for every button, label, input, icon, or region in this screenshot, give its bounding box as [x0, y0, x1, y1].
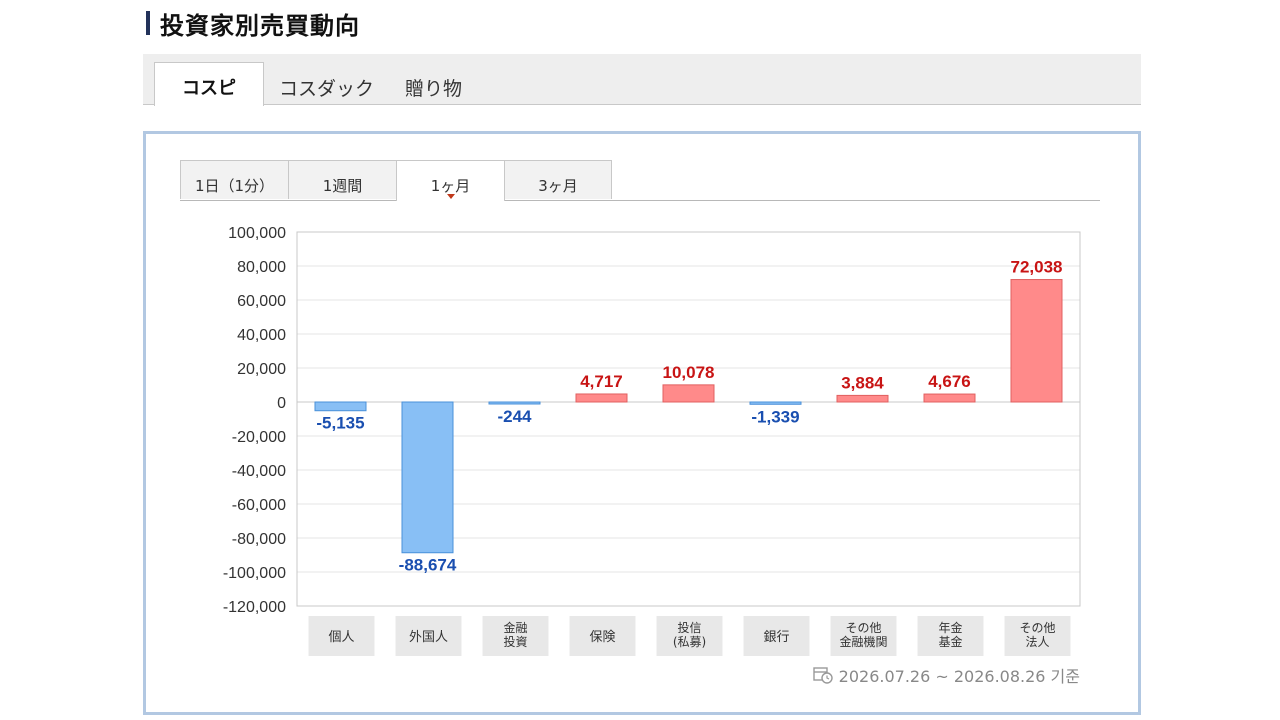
- tab-kospi[interactable]: コスピ: [154, 62, 264, 106]
- tab-1month-label: 1ヶ月: [430, 177, 471, 195]
- tab-1week[interactable]: 1週間: [288, 160, 397, 199]
- y-tick-label: 80,000: [237, 259, 286, 276]
- category-label: 年金基金: [938, 620, 962, 649]
- category-label: 外国人: [409, 630, 448, 645]
- bar: [923, 393, 976, 403]
- date-range-text: 2026.07.26 ~ 2026.08.26 기준: [838, 667, 1080, 686]
- y-tick-label: -80,000: [232, 531, 286, 548]
- category-label-line: 金融: [503, 620, 527, 635]
- period-tabs: 1日（1分） 1週間 1ヶ月 3ヶ月: [180, 160, 1100, 201]
- y-tick-label: -60,000: [232, 497, 286, 514]
- tab-gift[interactable]: 贈り物: [405, 74, 462, 101]
- y-tick-label: -20,000: [232, 429, 286, 446]
- category-label-line: 金融機関: [839, 634, 887, 649]
- category-label: その他金融機関: [839, 621, 887, 649]
- bar: [836, 394, 889, 403]
- category-label-line: 年金: [938, 620, 962, 635]
- y-tick-label: 60,000: [237, 293, 286, 310]
- bar: [1010, 279, 1063, 403]
- category-label: 投信(私募): [673, 620, 706, 649]
- y-tick-label: 100,000: [228, 225, 286, 242]
- category-label-line: (私募): [673, 635, 706, 649]
- y-tick-label: -120,000: [223, 599, 286, 616]
- data-label: 4,676: [928, 372, 971, 391]
- category-label-line: 法人: [1025, 635, 1049, 649]
- page-title: 投資家別売買動向: [160, 12, 360, 40]
- data-label: -88,674: [399, 556, 457, 575]
- data-label: 4,717: [580, 372, 623, 391]
- bar: [488, 401, 541, 405]
- category-label: 保険: [589, 630, 615, 645]
- category-label: 個人: [328, 630, 354, 645]
- y-tick-label: 0: [277, 395, 286, 412]
- title-accent-bar: [146, 11, 150, 35]
- y-tick-label: 40,000: [237, 327, 286, 344]
- category-label-line: 投信: [677, 620, 701, 635]
- y-tick-label: -40,000: [232, 463, 286, 480]
- tab-kosdaq[interactable]: コスダック: [279, 74, 374, 101]
- category-label: 金融投資: [503, 620, 527, 649]
- data-label: 72,038: [1011, 258, 1063, 277]
- market-tabs: コスピ コスダック 贈り物: [143, 54, 1141, 106]
- date-range: 2026.07.26 ~ 2026.08.26 기준: [812, 663, 1080, 687]
- category-label-line: その他: [845, 621, 881, 635]
- calendar-clock-icon: [812, 667, 833, 684]
- investor-bar-chart: 100,000 80,000 60,000 40,000 20,000 0 -20,000 -…: [223, 225, 1081, 656]
- bar: [749, 401, 802, 405]
- category-label-line: その他: [1019, 621, 1055, 635]
- y-tick-label: 20,000: [237, 361, 286, 378]
- tab-3month-label: 3ヶ月: [538, 177, 578, 195]
- data-label: 3,884: [841, 373, 884, 392]
- active-tab-marker-icon: [446, 194, 455, 199]
- bar: [575, 393, 628, 403]
- data-label: -244: [497, 407, 532, 426]
- category-label-line: 投資: [503, 634, 527, 649]
- tab-3month[interactable]: 3ヶ月: [504, 160, 612, 199]
- category-label-line: 基金: [938, 634, 962, 649]
- tab-1day[interactable]: 1日（1分）: [180, 160, 289, 199]
- tab-1day-label: 1日（1分）: [194, 177, 275, 195]
- data-label: 10,078: [663, 363, 715, 382]
- tab-1month[interactable]: 1ヶ月: [396, 160, 505, 201]
- bar: [401, 401, 454, 554]
- tab-1week-label: 1週間: [322, 177, 363, 195]
- data-label: -5,135: [316, 414, 364, 433]
- bar: [314, 401, 367, 412]
- bar: [662, 384, 715, 403]
- y-tick-label: -100,000: [223, 565, 286, 582]
- data-label: -1,339: [751, 407, 799, 426]
- category-label: 銀行: [763, 630, 789, 645]
